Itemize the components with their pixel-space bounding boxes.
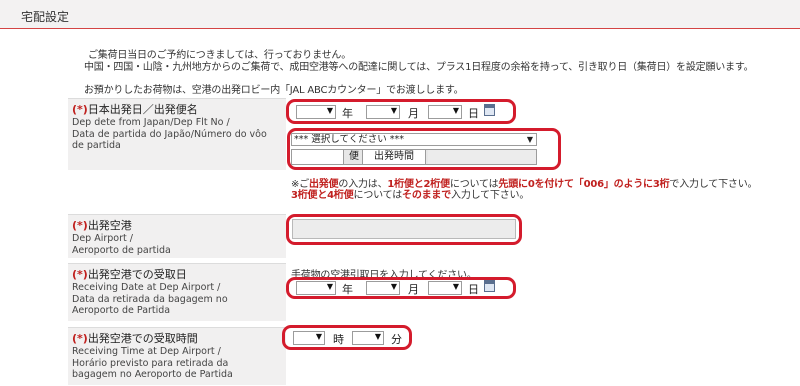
- receiving-day-unit: 日: [468, 283, 479, 296]
- airport-label-cell: (*)出発空港 Dep Airport / Aeroporto de parti…: [68, 214, 286, 258]
- departure-time-value: [428, 150, 536, 164]
- month-unit: 月: [408, 107, 419, 120]
- day-unit: 日: [468, 107, 479, 120]
- receiving-date-label-en: Receiving Date at Dep Airport /: [72, 282, 221, 293]
- required-mark: (*): [72, 103, 88, 116]
- departure-label-pt: Data de partida do Japão/Número do vôo: [72, 128, 267, 140]
- minute-unit: 分: [391, 333, 402, 346]
- receiving-month-unit: 月: [408, 283, 419, 296]
- receiving-month-select[interactable]: ▼: [366, 281, 400, 295]
- note-counter: お預かりしたお荷物は、空港の出発ロビー内「JAL ABCカウンター」でお渡ししま…: [84, 85, 464, 96]
- flight-suffix: 便: [349, 151, 359, 162]
- receiving-time-label-cell: (*)出発空港での受取時間 Receiving Time at Dep Airp…: [68, 327, 286, 385]
- receiving-time-label-pt: Horário previsto para retirada da: [72, 357, 229, 369]
- calendar-icon[interactable]: [484, 104, 495, 116]
- receiving-time-label-en: Receiving Time at Dep Airport /: [72, 346, 221, 357]
- flight-input-note-2: 3桁便と4桁便についてはそのままで入力して下さい。: [291, 190, 530, 201]
- receiving-year-unit: 年: [342, 283, 353, 296]
- receiving-minute-select[interactable]: ▼: [352, 331, 384, 345]
- airport-label: (*)出発空港: [72, 219, 132, 232]
- receiving-date-label-pt-2: Aeroporto de Partida: [72, 305, 171, 316]
- departure-label-cell: (*)日本出発日／出発便名 Dep dete from Japan/Dep Fl…: [68, 98, 286, 170]
- airport-label-pt: Aeroporto de partida: [72, 244, 171, 256]
- airport-label-en: Dep Airport /: [72, 233, 133, 244]
- section-header: 宅配設定: [0, 0, 800, 29]
- departure-month-select[interactable]: ▼: [366, 105, 400, 119]
- departure-time-label: 出発時間: [362, 150, 426, 164]
- flight-detail-row: 便 出発時間: [291, 149, 537, 165]
- receiving-day-select[interactable]: ▼: [428, 281, 462, 295]
- flight-number-input[interactable]: [292, 150, 344, 164]
- section-title: 宅配設定: [21, 10, 70, 24]
- calendar-icon[interactable]: [484, 280, 495, 292]
- departure-label-pt-2: de partida: [72, 140, 121, 151]
- receiving-date-label-pt: Data da retirada da bagagem no: [72, 293, 228, 305]
- flight-select[interactable]: *** 選択してください *** ▼: [291, 133, 537, 146]
- receiving-time-label: (*)出発空港での受取時間: [72, 332, 198, 345]
- year-unit: 年: [342, 107, 353, 120]
- receiving-hour-select[interactable]: ▼: [293, 331, 325, 345]
- departure-airport-field[interactable]: [292, 219, 516, 239]
- receiving-date-label-cell: (*)出発空港での受取日 Receiving Date at Dep Airpo…: [68, 263, 286, 321]
- note-regional: 中国・四国・山陰・九州地方からのご集荷で、成田空港等への配達に関しては、プラス1…: [84, 62, 754, 73]
- departure-label-en: Dep dete from Japan/Dep Flt No /: [72, 117, 230, 128]
- receiving-date-label: (*)出発空港での受取日: [72, 268, 187, 281]
- receiving-year-select[interactable]: ▼: [296, 281, 336, 295]
- departure-day-select[interactable]: ▼: [428, 105, 462, 119]
- receiving-time-label-pt-2: bagagem no Aeroporto de Partida: [72, 369, 233, 380]
- departure-label: (*)日本出発日／出発便名: [72, 103, 198, 116]
- hour-unit: 時: [333, 333, 344, 346]
- departure-year-select[interactable]: ▼: [296, 105, 336, 119]
